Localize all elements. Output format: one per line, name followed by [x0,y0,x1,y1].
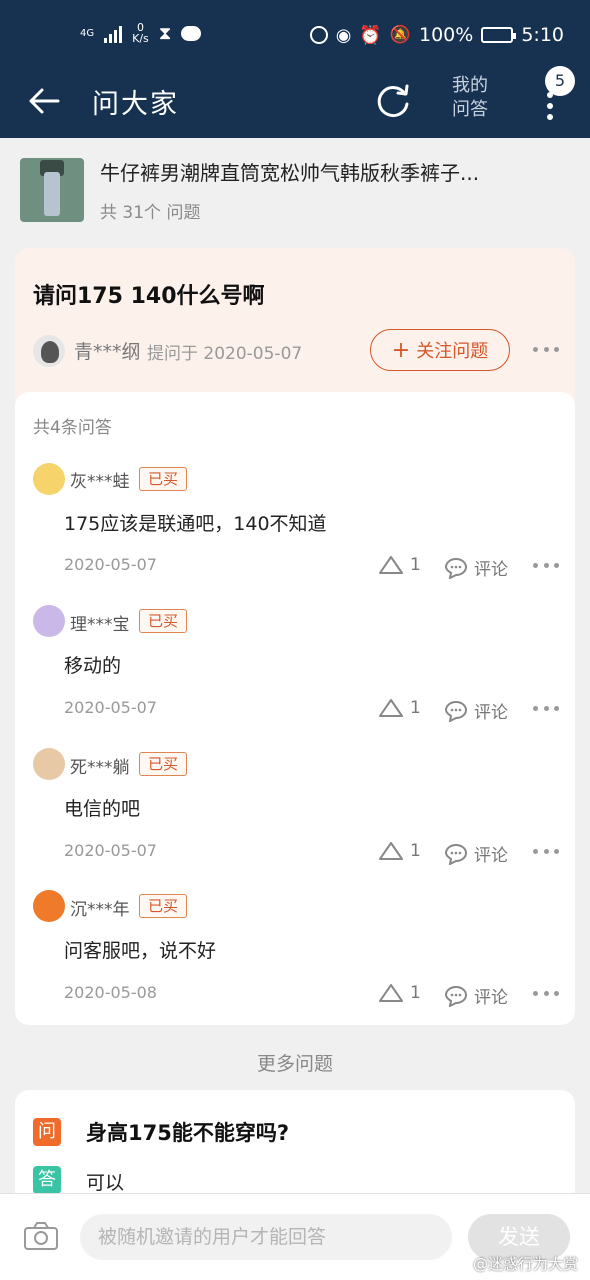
status-bar: 4G 0 K/s ⧗ ◉ ⏰ 🔕 100% 5:10 [0,0,590,64]
network-label: 4G [80,27,95,39]
answer-date: 2020-05-07 [64,841,157,860]
nav-bar: 问大家 我的问答 5 [0,64,590,138]
status-left: 4G 0 K/s ⧗ [80,22,202,44]
comment-icon [444,700,468,722]
comment-button[interactable]: 评论 [444,555,508,580]
battery-percent: 100% [419,24,474,46]
answer-count: 共4条问答 [33,418,112,438]
comment-icon [444,843,468,865]
answer-tag: 答 [33,1166,61,1194]
back-arrow-icon[interactable] [28,86,60,116]
camera-icon[interactable] [23,1221,59,1251]
like-count: 1 [410,555,421,575]
like-button[interactable]: 1 [378,983,421,1003]
like-button[interactable]: 1 [378,841,421,861]
battery-icon [481,27,517,43]
like-triangle-icon [379,984,403,1002]
network-speed: 0 K/s [132,22,149,44]
question-title: 请问175 140什么号啊 [33,284,265,309]
question-more-icon[interactable] [533,347,559,353]
clock-time: 5:10 [521,24,564,46]
bought-badge: 已买 [139,609,187,633]
comment-label: 评论 [474,703,508,723]
question-count: 共 31个 问题 [100,203,201,223]
answer-user: 死***躺 [70,758,130,778]
comment-button[interactable]: 评论 [444,841,508,866]
comment-label: 评论 [474,846,508,866]
alarm-icon: ⏰ [359,24,382,46]
mute-icon: 🔕 [389,25,411,45]
answer-text: 电信的吧 [64,798,141,820]
answer-date: 2020-05-07 [64,698,157,717]
follow-question-button[interactable]: + 关注问题 [370,329,510,371]
answer-date: 2020-05-07 [64,555,157,574]
question-card [15,248,575,408]
answer-text: 175应该是联通吧，140不知道 [64,513,327,535]
product-header[interactable] [0,138,590,243]
more-question-text[interactable]: 身高175能不能穿吗? [86,1117,289,1147]
more-questions-heading: 更多问题 [256,1053,333,1075]
answer-avatar[interactable] [33,748,65,780]
comment-icon [444,985,468,1007]
follow-label: 关注问题 [416,341,489,362]
answer-user: 理***宝 [70,615,130,635]
answer-text: 问客服吧，说不好 [64,940,217,962]
comment-label: 评论 [474,988,508,1008]
question-tag: 问 [33,1118,61,1146]
like-count: 1 [410,698,421,718]
my-qa-link[interactable]: 我的问答 [452,74,496,122]
bought-badge: 已买 [139,752,187,776]
answer-avatar[interactable] [33,890,65,922]
chat-bubble-icon [181,25,202,41]
more-menu-icon[interactable] [546,92,554,120]
asker-avatar[interactable] [33,335,65,367]
answer-user: 灰***蛙 [70,472,130,492]
like-triangle-icon [379,556,403,574]
notification-badge: 5 [545,66,575,96]
status-right: ◉ ⏰ 🔕 100% 5:10 [309,24,564,46]
comment-button[interactable]: 评论 [444,698,508,723]
answer-more-icon[interactable] [533,849,559,855]
like-count: 1 [410,983,421,1003]
bought-badge: 已买 [139,894,187,918]
answer-avatar[interactable] [33,463,65,495]
like-button[interactable]: 1 [378,555,421,575]
answer-text: 移动的 [64,655,122,677]
more-answer-text: 可以 [86,1172,125,1194]
watermark: @迷惑行为大赏 [472,1255,578,1273]
asked-date: 提问于 2020-05-07 [147,344,303,364]
comment-icon [444,557,468,579]
answer-input[interactable] [80,1214,452,1260]
like-button[interactable]: 1 [378,698,421,718]
like-triangle-icon [379,699,403,717]
signal-icon [104,23,123,43]
answer-more-icon[interactable] [533,706,559,712]
asker-name: 青***纲 [74,341,141,363]
page-title: 问大家 [92,89,179,120]
bought-badge: 已买 [139,467,187,491]
hourglass-icon: ⧗ [158,22,172,44]
answer-avatar[interactable] [33,605,65,637]
answer-more-icon[interactable] [533,991,559,997]
refresh-icon[interactable] [374,82,412,120]
plus-icon: + [391,337,411,363]
eye-icon: ◉ [335,24,352,46]
like-count: 1 [410,841,421,861]
answer-user: 沉***年 [70,900,130,920]
answer-more-icon[interactable] [533,563,559,569]
speed-unit: K/s [132,32,149,45]
like-triangle-icon [379,842,403,860]
answer-date: 2020-05-08 [64,983,157,1002]
product-thumbnail[interactable] [20,158,84,222]
data-saver-icon [309,26,328,44]
comment-label: 评论 [474,560,508,580]
product-title[interactable]: 牛仔裤男潮牌直筒宽松帅气韩版秋季裤子... [100,157,479,186]
comment-button[interactable]: 评论 [444,983,508,1008]
